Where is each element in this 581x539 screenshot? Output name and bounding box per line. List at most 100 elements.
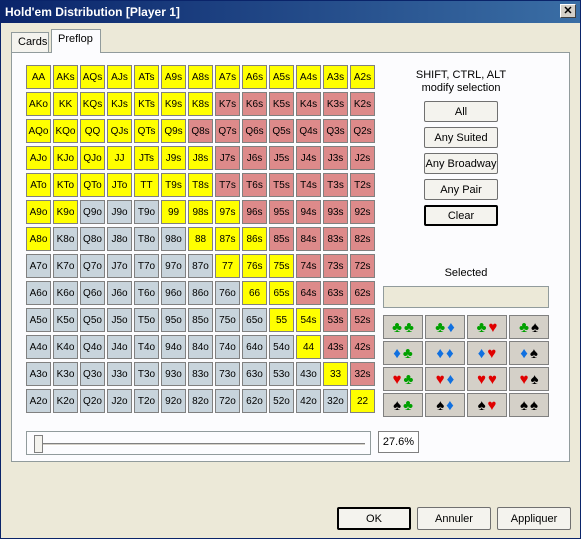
hand-cell-72o[interactable]: 72o bbox=[215, 389, 240, 413]
hand-cell-74o[interactable]: 74o bbox=[215, 335, 240, 359]
hand-cell-84o[interactable]: 84o bbox=[188, 335, 213, 359]
hand-cell-33[interactable]: 33 bbox=[323, 362, 348, 386]
hand-cell-T8s[interactable]: T8s bbox=[188, 173, 213, 197]
hand-cell-A9o[interactable]: A9o bbox=[26, 200, 51, 224]
hand-cell-J8o[interactable]: J8o bbox=[107, 227, 132, 251]
hand-cell-K2o[interactable]: K2o bbox=[53, 389, 78, 413]
hand-cell-A7s[interactable]: A7s bbox=[215, 65, 240, 89]
hand-cell-97o[interactable]: 97o bbox=[161, 254, 186, 278]
hand-cell-Q4o[interactable]: Q4o bbox=[80, 335, 105, 359]
hand-cell-43s[interactable]: 43s bbox=[323, 335, 348, 359]
hand-cell-Q8s[interactable]: Q8s bbox=[188, 119, 213, 143]
hand-cell-J2s[interactable]: J2s bbox=[350, 146, 375, 170]
hand-cell-98s[interactable]: 98s bbox=[188, 200, 213, 224]
suit-combo-club-spade[interactable]: ♣ ♠ bbox=[509, 315, 549, 339]
hand-cell-A8s[interactable]: A8s bbox=[188, 65, 213, 89]
hand-cell-KJo[interactable]: KJo bbox=[53, 146, 78, 170]
hand-cell-K6o[interactable]: K6o bbox=[53, 281, 78, 305]
hand-cell-93s[interactable]: 93s bbox=[323, 200, 348, 224]
hand-cell-ATo[interactable]: ATo bbox=[26, 173, 51, 197]
hand-cell-A4s[interactable]: A4s bbox=[296, 65, 321, 89]
hand-cell-A5o[interactable]: A5o bbox=[26, 308, 51, 332]
hand-cell-54o[interactable]: 54o bbox=[269, 335, 294, 359]
hand-cell-A7o[interactable]: A7o bbox=[26, 254, 51, 278]
suit-combo-diamond-spade[interactable]: ♦ ♠ bbox=[509, 341, 549, 365]
hand-cell-T2s[interactable]: T2s bbox=[350, 173, 375, 197]
hand-cell-62o[interactable]: 62o bbox=[242, 389, 267, 413]
hand-cell-J7o[interactable]: J7o bbox=[107, 254, 132, 278]
suit-combo-spade-club[interactable]: ♠ ♣ bbox=[383, 393, 423, 417]
hand-cell-85o[interactable]: 85o bbox=[188, 308, 213, 332]
hand-cell-Q7o[interactable]: Q7o bbox=[80, 254, 105, 278]
hand-cell-Q8o[interactable]: Q8o bbox=[80, 227, 105, 251]
hand-cell-J5s[interactable]: J5s bbox=[269, 146, 294, 170]
hand-cell-J9o[interactable]: J9o bbox=[107, 200, 132, 224]
hand-cell-32o[interactable]: 32o bbox=[323, 389, 348, 413]
suit-combo-diamond-diamond[interactable]: ♦ ♦ bbox=[425, 341, 465, 365]
hand-cell-AQo[interactable]: AQo bbox=[26, 119, 51, 143]
hand-cell-92s[interactable]: 92s bbox=[350, 200, 375, 224]
hand-cell-KQo[interactable]: KQo bbox=[53, 119, 78, 143]
hand-cell-AJo[interactable]: AJo bbox=[26, 146, 51, 170]
hand-cell-J7s[interactable]: J7s bbox=[215, 146, 240, 170]
hand-cell-K3s[interactable]: K3s bbox=[323, 92, 348, 116]
hand-cell-82o[interactable]: 82o bbox=[188, 389, 213, 413]
hand-cell-Q9s[interactable]: Q9s bbox=[161, 119, 186, 143]
hand-cell-Q5s[interactable]: Q5s bbox=[269, 119, 294, 143]
hand-cell-KQs[interactable]: KQs bbox=[80, 92, 105, 116]
hand-cell-64s[interactable]: 64s bbox=[296, 281, 321, 305]
hand-cell-A3o[interactable]: A3o bbox=[26, 362, 51, 386]
hand-cell-53s[interactable]: 53s bbox=[323, 308, 348, 332]
hand-cell-K8s[interactable]: K8s bbox=[188, 92, 213, 116]
hand-cell-T9s[interactable]: T9s bbox=[161, 173, 186, 197]
suit-combo-spade-heart[interactable]: ♠ ♥ bbox=[467, 393, 507, 417]
hand-cell-77[interactable]: 77 bbox=[215, 254, 240, 278]
any-suited-button[interactable]: Any Suited bbox=[424, 127, 498, 148]
hand-cell-86s[interactable]: 86s bbox=[242, 227, 267, 251]
hand-cell-72s[interactable]: 72s bbox=[350, 254, 375, 278]
suit-combo-heart-heart[interactable]: ♥ ♥ bbox=[467, 367, 507, 391]
hand-cell-52o[interactable]: 52o bbox=[269, 389, 294, 413]
hand-cell-Q6s[interactable]: Q6s bbox=[242, 119, 267, 143]
hand-cell-62s[interactable]: 62s bbox=[350, 281, 375, 305]
hand-cell-73o[interactable]: 73o bbox=[215, 362, 240, 386]
hand-cell-86o[interactable]: 86o bbox=[188, 281, 213, 305]
slider-thumb[interactable] bbox=[34, 435, 43, 453]
hand-cell-99[interactable]: 99 bbox=[161, 200, 186, 224]
hand-cell-83s[interactable]: 83s bbox=[323, 227, 348, 251]
hand-cell-K7s[interactable]: K7s bbox=[215, 92, 240, 116]
hand-cell-T2o[interactable]: T2o bbox=[134, 389, 159, 413]
hand-cell-43o[interactable]: 43o bbox=[296, 362, 321, 386]
hand-cell-K3o[interactable]: K3o bbox=[53, 362, 78, 386]
hand-cell-J9s[interactable]: J9s bbox=[161, 146, 186, 170]
hand-cell-Q2s[interactable]: Q2s bbox=[350, 119, 375, 143]
hand-cell-A2s[interactable]: A2s bbox=[350, 65, 375, 89]
clear-button[interactable]: Clear bbox=[424, 205, 498, 226]
hand-cell-A8o[interactable]: A8o bbox=[26, 227, 51, 251]
hand-cell-T5s[interactable]: T5s bbox=[269, 173, 294, 197]
hand-cell-T3s[interactable]: T3s bbox=[323, 173, 348, 197]
hand-cell-T8o[interactable]: T8o bbox=[134, 227, 159, 251]
suit-combo-heart-diamond[interactable]: ♥ ♦ bbox=[425, 367, 465, 391]
hand-cell-63o[interactable]: 63o bbox=[242, 362, 267, 386]
hand-cell-Q3o[interactable]: Q3o bbox=[80, 362, 105, 386]
hand-cell-K8o[interactable]: K8o bbox=[53, 227, 78, 251]
hand-cell-96s[interactable]: 96s bbox=[242, 200, 267, 224]
suit-combo-club-heart[interactable]: ♣ ♥ bbox=[467, 315, 507, 339]
hand-cell-K7o[interactable]: K7o bbox=[53, 254, 78, 278]
hand-cell-AQs[interactable]: AQs bbox=[80, 65, 105, 89]
hand-cell-J3s[interactable]: J3s bbox=[323, 146, 348, 170]
hand-cell-95o[interactable]: 95o bbox=[161, 308, 186, 332]
hand-cell-J3o[interactable]: J3o bbox=[107, 362, 132, 386]
hand-cell-76o[interactable]: 76o bbox=[215, 281, 240, 305]
hand-cell-QQ[interactable]: QQ bbox=[80, 119, 105, 143]
hand-cell-K2s[interactable]: K2s bbox=[350, 92, 375, 116]
hand-cell-75o[interactable]: 75o bbox=[215, 308, 240, 332]
hand-cell-QJs[interactable]: QJs bbox=[107, 119, 132, 143]
hand-cell-96o[interactable]: 96o bbox=[161, 281, 186, 305]
hand-cell-ATs[interactable]: ATs bbox=[134, 65, 159, 89]
suit-combo-spade-diamond[interactable]: ♠ ♦ bbox=[425, 393, 465, 417]
hand-cell-66[interactable]: 66 bbox=[242, 281, 267, 305]
hand-cell-44[interactable]: 44 bbox=[296, 335, 321, 359]
hand-cell-87o[interactable]: 87o bbox=[188, 254, 213, 278]
